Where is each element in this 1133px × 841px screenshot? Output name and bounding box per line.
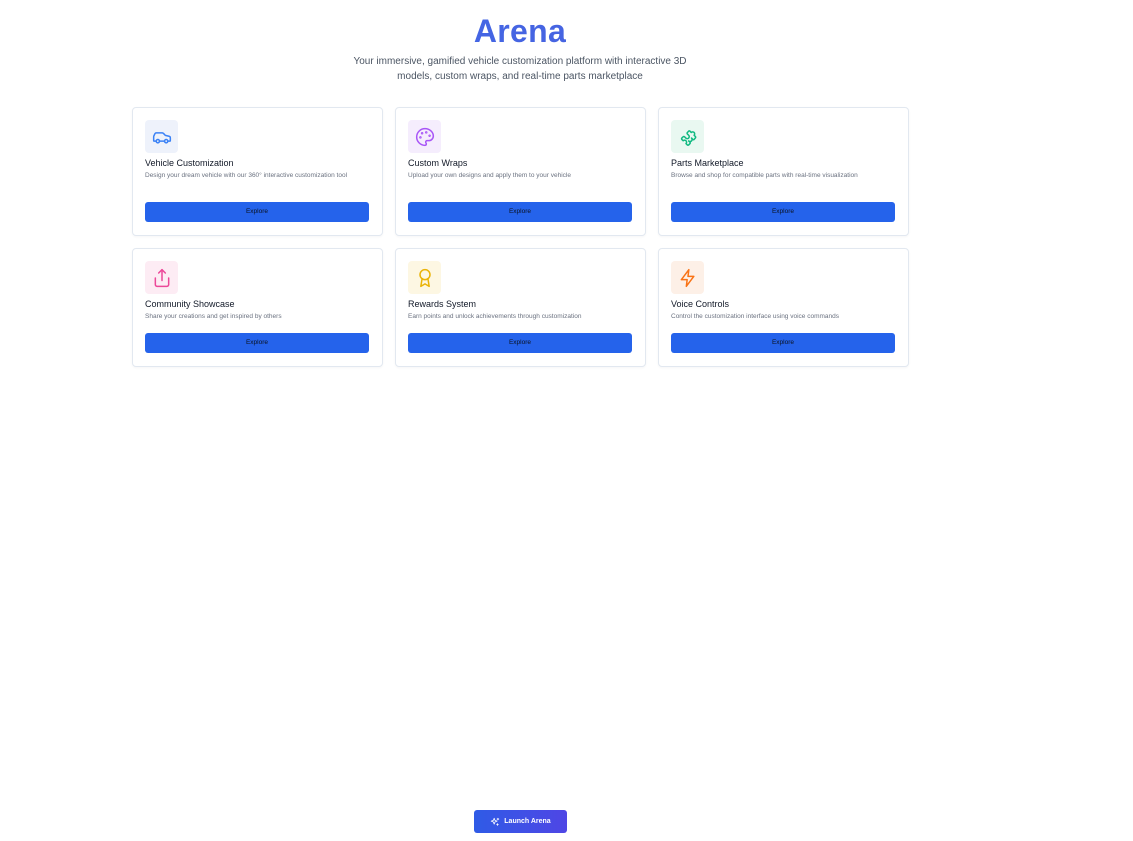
feature-card-custom-wraps: Custom Wraps Upload your own designs and… (395, 107, 646, 236)
zap-icon (680, 268, 695, 287)
feature-description: Earn points and unlock achievements thro… (408, 313, 582, 320)
puzzle-icon (680, 129, 696, 146)
feature-icon-box (145, 120, 178, 153)
feature-title: Custom Wraps (408, 158, 468, 168)
explore-button-custom-wraps[interactable]: Explore (408, 202, 632, 222)
sparkles-icon (491, 817, 500, 826)
feature-title: Parts Marketplace (671, 158, 744, 168)
hero-section: Arena Your immersive, gamified vehicle c… (0, 12, 1040, 84)
feature-title: Voice Controls (671, 299, 730, 309)
feature-card-parts-marketplace: Parts Marketplace Browse and shop for co… (658, 107, 909, 236)
feature-card-rewards-system: Rewards System Earn points and unlock ac… (395, 248, 646, 367)
page: Arena Your immersive, gamified vehicle c… (0, 0, 1133, 841)
share-icon (154, 268, 169, 287)
palette-icon (415, 127, 434, 146)
explore-button-rewards-system[interactable]: Explore (408, 333, 632, 353)
feature-card-community-showcase: Community Showcase Share your creations … (132, 248, 383, 367)
page-subtitle: Your immersive, gamified vehicle customi… (353, 56, 687, 82)
explore-button-parts-marketplace[interactable]: Explore (671, 202, 895, 222)
explore-button-vehicle-customization[interactable]: Explore (145, 202, 369, 222)
feature-card-vehicle-customization: Vehicle Customization Design your dream … (132, 107, 383, 236)
feature-description: Browse and shop for compatible parts wit… (671, 172, 858, 179)
feature-icon-box (671, 120, 704, 153)
feature-title: Vehicle Customization (145, 158, 234, 168)
feature-card-voice-controls: Voice Controls Control the customization… (658, 248, 909, 367)
award-icon (418, 268, 431, 287)
feature-description: Design your dream vehicle with our 360° … (145, 172, 348, 179)
explore-button-community-showcase[interactable]: Explore (145, 333, 369, 353)
feature-description: Share your creations and get inspired by… (145, 313, 282, 320)
feature-title: Rewards System (408, 299, 477, 309)
feature-grid: Vehicle Customization Design your dream … (132, 107, 909, 367)
explore-button-voice-controls[interactable]: Explore (671, 333, 895, 353)
launch-arena-button[interactable]: Launch Arena (474, 810, 567, 833)
launch-arena-label: Launch Arena (504, 818, 551, 825)
feature-description: Control the customization interface usin… (671, 313, 839, 320)
car-icon (152, 131, 171, 144)
feature-icon-box (408, 120, 441, 153)
feature-icon-box (408, 261, 441, 294)
feature-title: Community Showcase (145, 299, 235, 309)
page-title: Arena (0, 12, 1040, 50)
feature-icon-box (671, 261, 704, 294)
feature-icon-box (145, 261, 178, 294)
feature-description: Upload your own designs and apply them t… (408, 172, 571, 179)
